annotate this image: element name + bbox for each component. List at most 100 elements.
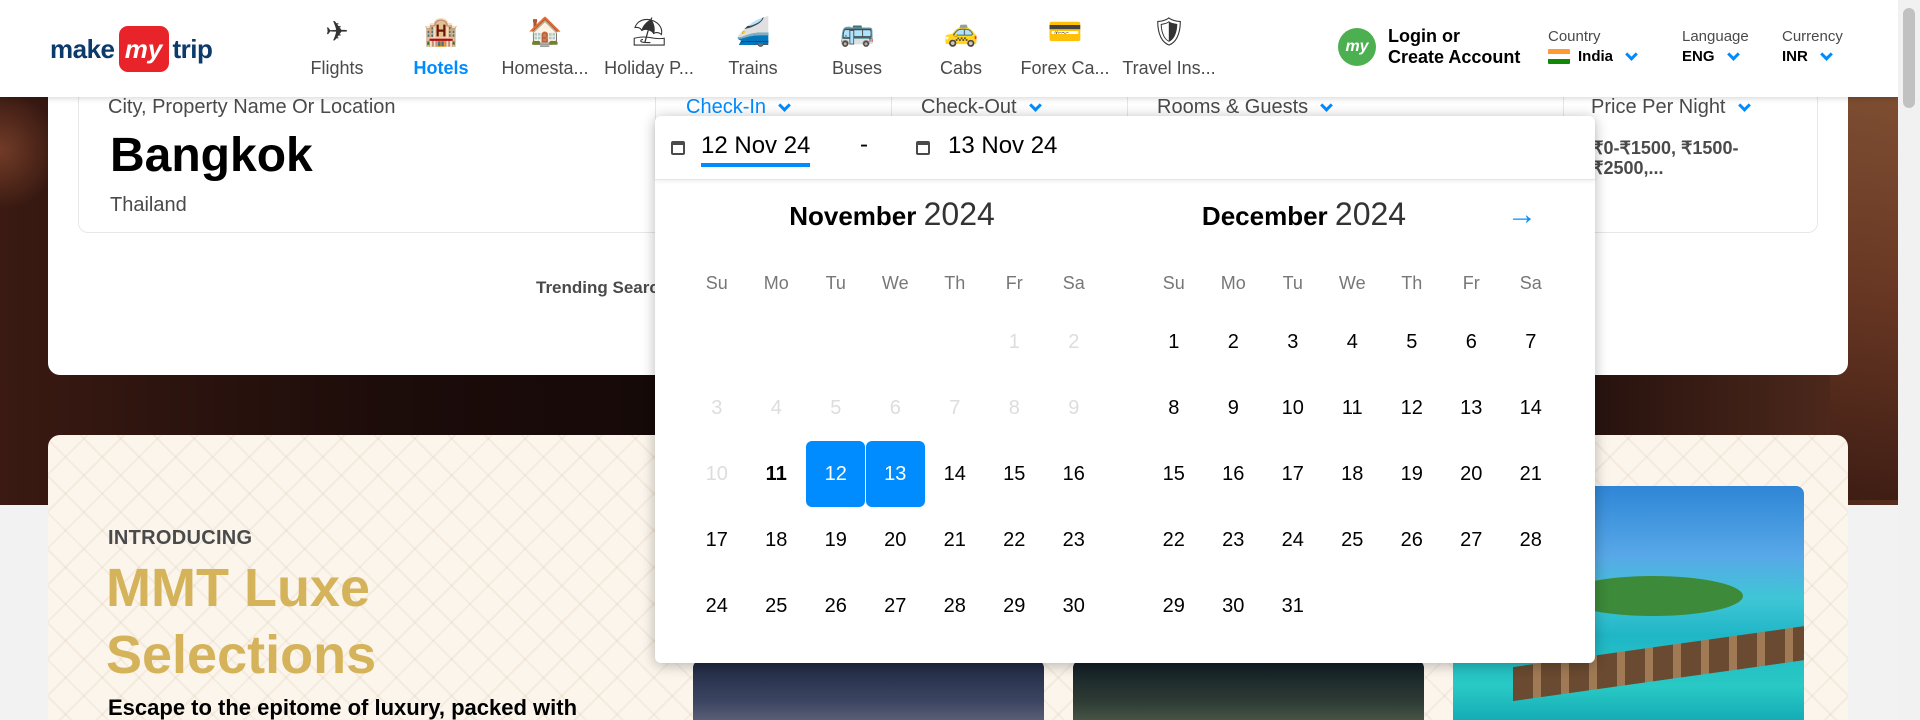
day-cell[interactable]: 18 xyxy=(1323,441,1383,507)
day-cell[interactable]: 13 xyxy=(865,441,926,507)
day-cell[interactable]: 18 xyxy=(747,507,807,573)
weekday-label: Sa xyxy=(1519,273,1542,293)
day-cell[interactable]: 24 xyxy=(687,573,747,639)
day-cell[interactable]: 30 xyxy=(1204,573,1264,639)
day-cell[interactable]: 26 xyxy=(806,573,866,639)
nav-item-flights[interactable]: ✈ Flights xyxy=(285,0,389,97)
day-cell[interactable]: 6 xyxy=(1442,309,1502,375)
day-number: 23 xyxy=(1062,528,1085,551)
day-cell[interactable]: 21 xyxy=(925,507,985,573)
day-cell[interactable]: 25 xyxy=(747,573,807,639)
day-number: 10 xyxy=(1281,396,1304,419)
weekday-label: We xyxy=(881,273,909,293)
weekday-label: We xyxy=(1338,273,1366,293)
nav-item-holiday-packages[interactable]: ⛱ Holiday P... xyxy=(597,0,701,97)
empty-day-cell xyxy=(747,309,807,375)
day-cell[interactable]: 1 xyxy=(1144,309,1204,375)
price-value[interactable]: ₹0-₹1500, ₹1500-₹2500,... xyxy=(1592,138,1792,178)
day-cell[interactable]: 13 xyxy=(1442,375,1502,441)
day-cell[interactable]: 24 xyxy=(1263,507,1323,573)
day-cell[interactable]: 19 xyxy=(1382,441,1442,507)
luxe-intro: INTRODUCING xyxy=(108,527,253,549)
day-cell[interactable]: 17 xyxy=(687,507,747,573)
luxe-photo-villa[interactable] xyxy=(1073,660,1424,720)
nav-item-trains[interactable]: 🚄 Trains xyxy=(701,0,805,97)
day-cell[interactable]: 12 xyxy=(1382,375,1442,441)
day-number: 12 xyxy=(1400,396,1423,419)
nav-label: Buses xyxy=(831,58,883,78)
nav-item-hotels[interactable]: 🏨 Hotels xyxy=(389,0,493,97)
login-button[interactable]: my Login or Create Account xyxy=(1338,26,1520,68)
currency-selector[interactable]: Currency INR xyxy=(1782,28,1843,65)
logo-my: my xyxy=(118,26,169,72)
day-cell[interactable]: 14 xyxy=(925,441,985,507)
day-cell[interactable]: 27 xyxy=(866,573,926,639)
day-cell[interactable]: 30 xyxy=(1044,573,1104,639)
language-selector[interactable]: Language ENG xyxy=(1682,28,1749,65)
nav-item-travel-insurance[interactable]: 🛡 Travel Ins... xyxy=(1117,0,1221,97)
day-cell[interactable]: 26 xyxy=(1382,507,1442,573)
makemytrip-logo[interactable]: make my trip xyxy=(50,26,213,72)
nav-item-buses[interactable]: 🚌 Buses xyxy=(805,0,909,97)
day-cell[interactable]: 11 xyxy=(1323,375,1383,441)
day-cell[interactable]: 28 xyxy=(925,573,985,639)
day-cell[interactable]: 19 xyxy=(806,507,866,573)
checkin-date-input[interactable]: 12 Nov 24 xyxy=(701,132,811,167)
nav-label: Trains xyxy=(728,58,778,78)
nav-item-cabs[interactable]: 🚕 Cabs xyxy=(909,0,1013,97)
city-field-label[interactable]: City, Property Name Or Location xyxy=(108,96,396,119)
day-cell[interactable]: 22 xyxy=(985,507,1045,573)
day-cell[interactable]: 28 xyxy=(1501,507,1561,573)
day-number: 16 xyxy=(1222,462,1245,485)
day-cell[interactable]: 4 xyxy=(1323,309,1383,375)
country-value-row: India xyxy=(1548,47,1638,65)
country-selector[interactable]: Country India xyxy=(1548,28,1638,65)
nav-label: Cabs xyxy=(939,58,983,78)
nav-item-forex[interactable]: 💳 Forex Ca... xyxy=(1013,0,1117,97)
page-scrollbar[interactable] xyxy=(1898,0,1920,720)
day-cell[interactable]: 2 xyxy=(1204,309,1264,375)
day-cell[interactable]: 14 xyxy=(1501,375,1561,441)
day-cell[interactable]: 9 xyxy=(1204,375,1264,441)
country-label: Country xyxy=(1548,28,1601,45)
day-cell[interactable]: 15 xyxy=(1144,441,1204,507)
day-cell[interactable]: 23 xyxy=(1204,507,1264,573)
day-number: 3 xyxy=(1287,330,1299,353)
day-cell[interactable]: 10 xyxy=(1263,375,1323,441)
day-number: 6 xyxy=(1465,330,1477,353)
month-name: November xyxy=(789,201,917,231)
price-field-label[interactable]: Price Per Night xyxy=(1591,96,1751,119)
checkout-date-input[interactable]: 13 Nov 24 xyxy=(948,132,1057,160)
day-cell[interactable]: 5 xyxy=(1382,309,1442,375)
luxe-photo-mansion[interactable] xyxy=(693,660,1044,720)
day-cell[interactable]: 12 xyxy=(806,441,866,507)
scrollbar-thumb[interactable] xyxy=(1903,8,1915,108)
day-cell[interactable]: 20 xyxy=(866,507,926,573)
nav-item-homestays[interactable]: 🏠 Homesta... xyxy=(493,0,597,97)
day-cell[interactable]: 7 xyxy=(1501,309,1561,375)
day-cell[interactable]: 8 xyxy=(1144,375,1204,441)
day-cell[interactable]: 15 xyxy=(985,441,1045,507)
day-cell[interactable]: 25 xyxy=(1323,507,1383,573)
day-number: 1 xyxy=(1008,330,1020,353)
day-number: 13 xyxy=(865,441,925,507)
day-cell[interactable]: 16 xyxy=(1044,441,1104,507)
day-cell[interactable]: 11 xyxy=(747,441,807,507)
day-cell[interactable]: 31 xyxy=(1263,573,1323,639)
day-cell[interactable]: 3 xyxy=(1263,309,1323,375)
day-cell[interactable]: 29 xyxy=(1144,573,1204,639)
day-cell[interactable]: 17 xyxy=(1263,441,1323,507)
day-cell[interactable]: 22 xyxy=(1144,507,1204,573)
day-cell[interactable]: 20 xyxy=(1442,441,1502,507)
day-cell[interactable]: 21 xyxy=(1501,441,1561,507)
day-cell[interactable]: 23 xyxy=(1044,507,1104,573)
month-year: 2024 xyxy=(923,196,995,232)
day-cell[interactable]: 16 xyxy=(1204,441,1264,507)
day-cell[interactable]: 29 xyxy=(985,573,1045,639)
city-value[interactable]: Bangkok xyxy=(110,128,313,183)
december-day-grid: Su Mo Tu We Th Fr Sa 1 2 3 4 5 6 7 8 9 10 11 12 13 14 15 16 17 1… xyxy=(1144,273,1561,639)
next-month-arrow-icon[interactable]: → xyxy=(1507,198,1537,232)
day-cell[interactable]: 27 xyxy=(1442,507,1502,573)
day-number: 18 xyxy=(1341,462,1364,485)
day-number: 22 xyxy=(1003,528,1026,551)
